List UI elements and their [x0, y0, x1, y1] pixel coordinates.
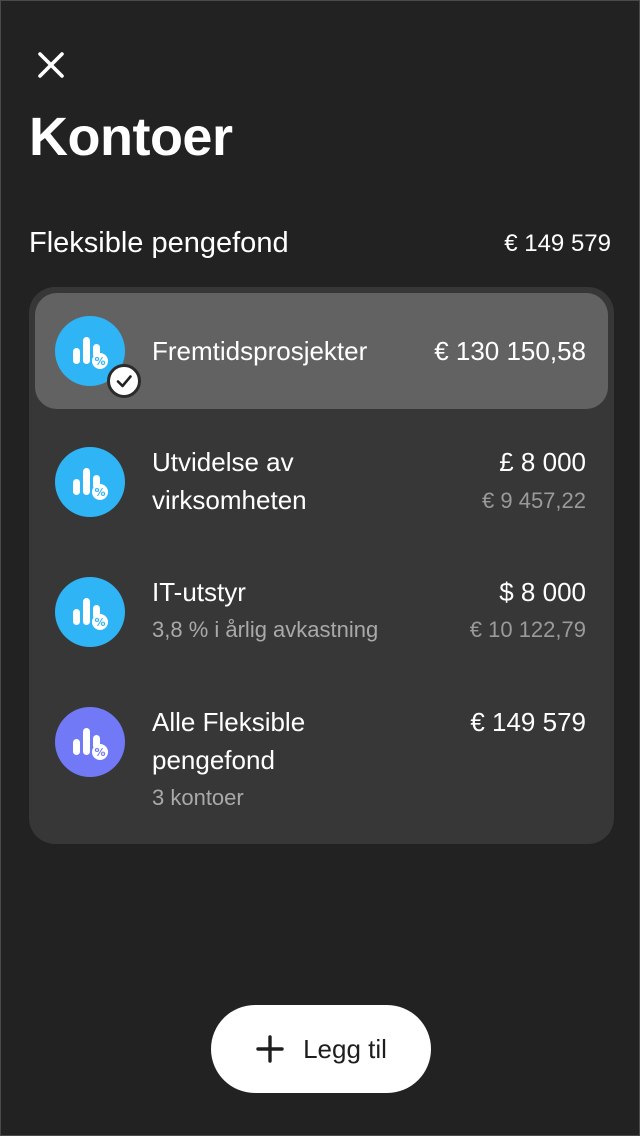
close-button[interactable] — [31, 45, 71, 85]
account-name: IT-utstyr — [152, 577, 246, 607]
fund-chart-percent-icon: % — [55, 707, 125, 777]
account-name: Fremtidsprosjekter — [152, 336, 368, 366]
fund-chart-percent-icon: % — [55, 447, 125, 517]
account-name-line2: virksomheten — [152, 485, 307, 515]
account-name-line1: Alle Fleksible — [152, 707, 306, 737]
svg-text:%: % — [94, 746, 105, 759]
account-subtitle: 3,8 % i årlig avkastning — [152, 617, 379, 642]
account-converted-amount: € 10 122,79 — [469, 617, 586, 642]
section-total: € 149 579 — [504, 229, 611, 257]
account-subtitle: 3 kontoer — [152, 785, 244, 810]
check-icon — [116, 375, 132, 388]
account-name-line2: pengefond — [152, 745, 275, 775]
svg-text:%: % — [94, 355, 105, 368]
svg-text:%: % — [94, 486, 105, 499]
account-item-alle-fleksible[interactable]: % Alle Fleksible pengefond 3 kontoer € 1… — [35, 679, 608, 829]
account-item-fremtidsprosjekter[interactable]: % Fremtidsprosjekter € 130 150,58 — [35, 293, 608, 409]
account-icon: % — [55, 316, 141, 398]
section-title: Fleksible pengefond — [29, 227, 289, 259]
selected-check-badge — [107, 364, 141, 398]
account-name-line1: Utvidelse av — [152, 447, 294, 477]
account-icon: % — [55, 447, 125, 517]
accounts-card: % Fremtidsprosjekter € 130 150,58 % Utvi… — [29, 287, 614, 844]
account-item-utvidelse[interactable]: % Utvidelse av virksomheten £ 8 000 € 9 … — [35, 417, 608, 537]
add-button[interactable]: Legg til — [211, 1005, 431, 1093]
page-title: Kontoer — [29, 107, 233, 167]
account-amount: £ 8 000 — [499, 447, 586, 477]
section-header: Fleksible pengefond € 149 579 — [29, 227, 611, 260]
account-item-it-utstyr[interactable]: % IT-utstyr 3,8 % i årlig avkastning $ 8… — [35, 549, 608, 669]
account-icon: % — [55, 707, 125, 777]
close-icon — [38, 52, 64, 78]
fund-chart-percent-icon: % — [55, 577, 125, 647]
account-icon: % — [55, 577, 125, 647]
account-amount: $ 8 000 — [499, 577, 586, 607]
add-button-label: Legg til — [303, 1033, 387, 1064]
account-amount: € 149 579 — [470, 707, 586, 737]
svg-text:%: % — [94, 616, 105, 629]
plus-icon — [256, 1035, 284, 1063]
account-converted-amount: € 9 457,22 — [482, 488, 586, 513]
account-amount: € 130 150,58 — [434, 336, 586, 366]
